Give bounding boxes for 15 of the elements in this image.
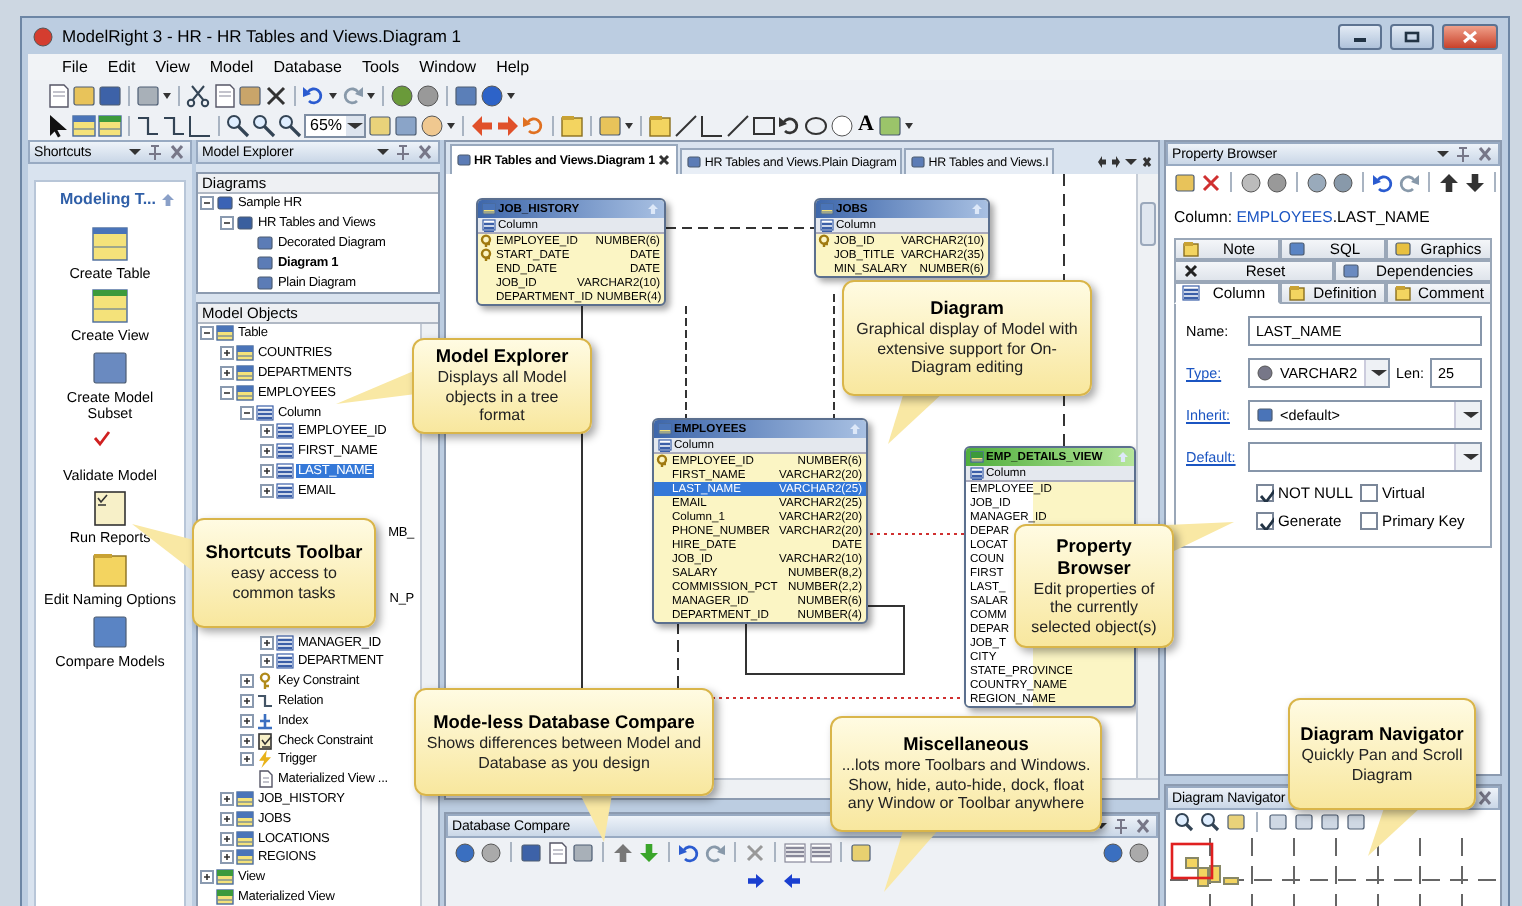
callout-text: Shows differences between Model and Database as you design: [424, 733, 704, 773]
callout-text: Quickly Pan and Scroll Diagram: [1299, 745, 1465, 785]
callout-title: Diagram: [928, 298, 1006, 321]
callout-title: Diagram Navigator: [1298, 723, 1466, 746]
callout-text: ...lots more Toolbars and Windows. Show, hide, auto-hide, dock, float any Window or Toolbar anywhere: [840, 756, 1092, 814]
callout-title: Miscellaneous: [901, 734, 1031, 757]
window-title: ModelRight 3 - HR - HR Tables and Views.Diagram 1: [62, 26, 464, 46]
callout-text: easy access to common tasks: [229, 564, 339, 604]
callout-title: Shortcuts Toolbar: [203, 542, 365, 565]
callout-title: Model Explorer: [433, 346, 571, 369]
callout-text: Graphical display of Model with extensive support for On-Diagram editing: [854, 320, 1080, 378]
callout-text: Displays all Model objects in a tree format: [435, 368, 569, 426]
callout-title: Property Browser: [1054, 535, 1134, 580]
callout-text: Edit properties of the currently selected object(s): [1029, 579, 1159, 637]
callout-title: Mode-less Database Compare: [431, 711, 697, 734]
